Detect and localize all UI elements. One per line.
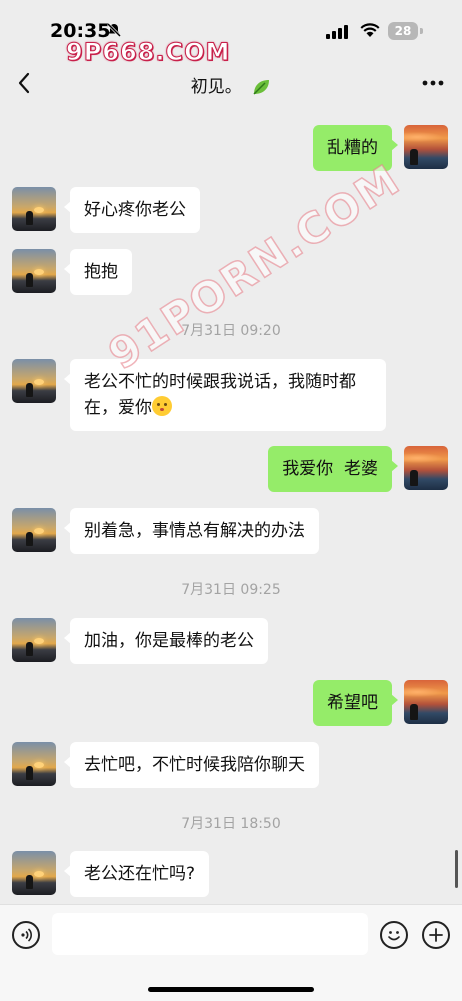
wifi-icon: [360, 23, 380, 37]
avatar-contact[interactable]: [12, 618, 56, 662]
more-icon[interactable]: [418, 70, 448, 96]
message-timestamp: 7月31日 18:50: [181, 816, 281, 832]
voice-icon[interactable]: [12, 921, 40, 949]
message-bubble-self[interactable]: 乱糟的: [313, 125, 398, 171]
signal-icon: [326, 25, 348, 39]
input-bar: [0, 904, 462, 1001]
bell-mute-icon: [106, 22, 122, 38]
status-bar: 20:35 9P668.COM 28: [0, 0, 462, 67]
leaf-icon: [253, 80, 270, 95]
message-bubble-self[interactable]: 希望吧: [313, 680, 398, 726]
message-bubble-contact[interactable]: 好心疼你老公: [64, 187, 200, 233]
message-timestamp: 7月31日 09:20: [181, 323, 281, 339]
scrollbar[interactable]: [455, 850, 458, 888]
message-bubble-contact[interactable]: 加油，你是最棒的老公: [64, 618, 268, 664]
message-input[interactable]: [52, 913, 368, 955]
message-bubble-contact[interactable]: 老公还在忙吗?: [63, 851, 210, 897]
message-bubble-contact[interactable]: 抱抱: [64, 249, 132, 295]
avatar-self[interactable]: [404, 446, 448, 490]
home-indicator[interactable]: [148, 987, 314, 992]
avatar-contact[interactable]: [12, 359, 56, 403]
plus-icon[interactable]: [422, 921, 450, 949]
emoji-icon[interactable]: [380, 921, 408, 949]
battery-tip: [420, 28, 423, 34]
avatar-contact[interactable]: [12, 851, 56, 895]
message-bubble-self[interactable]: 我爱你 老婆: [268, 446, 398, 492]
avatar-contact[interactable]: [12, 187, 56, 231]
chat-title[interactable]: 初见。: [0, 72, 462, 97]
message-timestamp: 7月31日 09:25: [181, 582, 281, 598]
kiss-emoji-icon: [152, 396, 172, 416]
message-bubble-contact[interactable]: 老公不忙的时候跟我说话，我随时都在，爱你: [64, 359, 386, 431]
message-list[interactable]: 乱糟的 好心疼你老公 抱抱 7月31日 09:20 老公不忙的时候跟我说话，我随…: [0, 108, 462, 904]
avatar-contact[interactable]: [12, 249, 56, 293]
chat-title-text: 初见。: [190, 77, 242, 97]
avatar-self[interactable]: [404, 125, 448, 169]
message-text: 老公不忙的时候跟我说话，我随时都在，爱你: [84, 372, 356, 418]
avatar-contact[interactable]: [12, 742, 56, 786]
battery-indicator: 28: [388, 22, 418, 40]
message-bubble-contact[interactable]: 别着急，事情总有解决的办法: [64, 508, 319, 554]
avatar-self[interactable]: [404, 680, 448, 724]
message-bubble-contact[interactable]: 去忙吧，不忙时候我陪你聊天: [64, 742, 319, 788]
avatar-contact[interactable]: [12, 508, 56, 552]
chat-header: 初见。: [0, 58, 462, 108]
